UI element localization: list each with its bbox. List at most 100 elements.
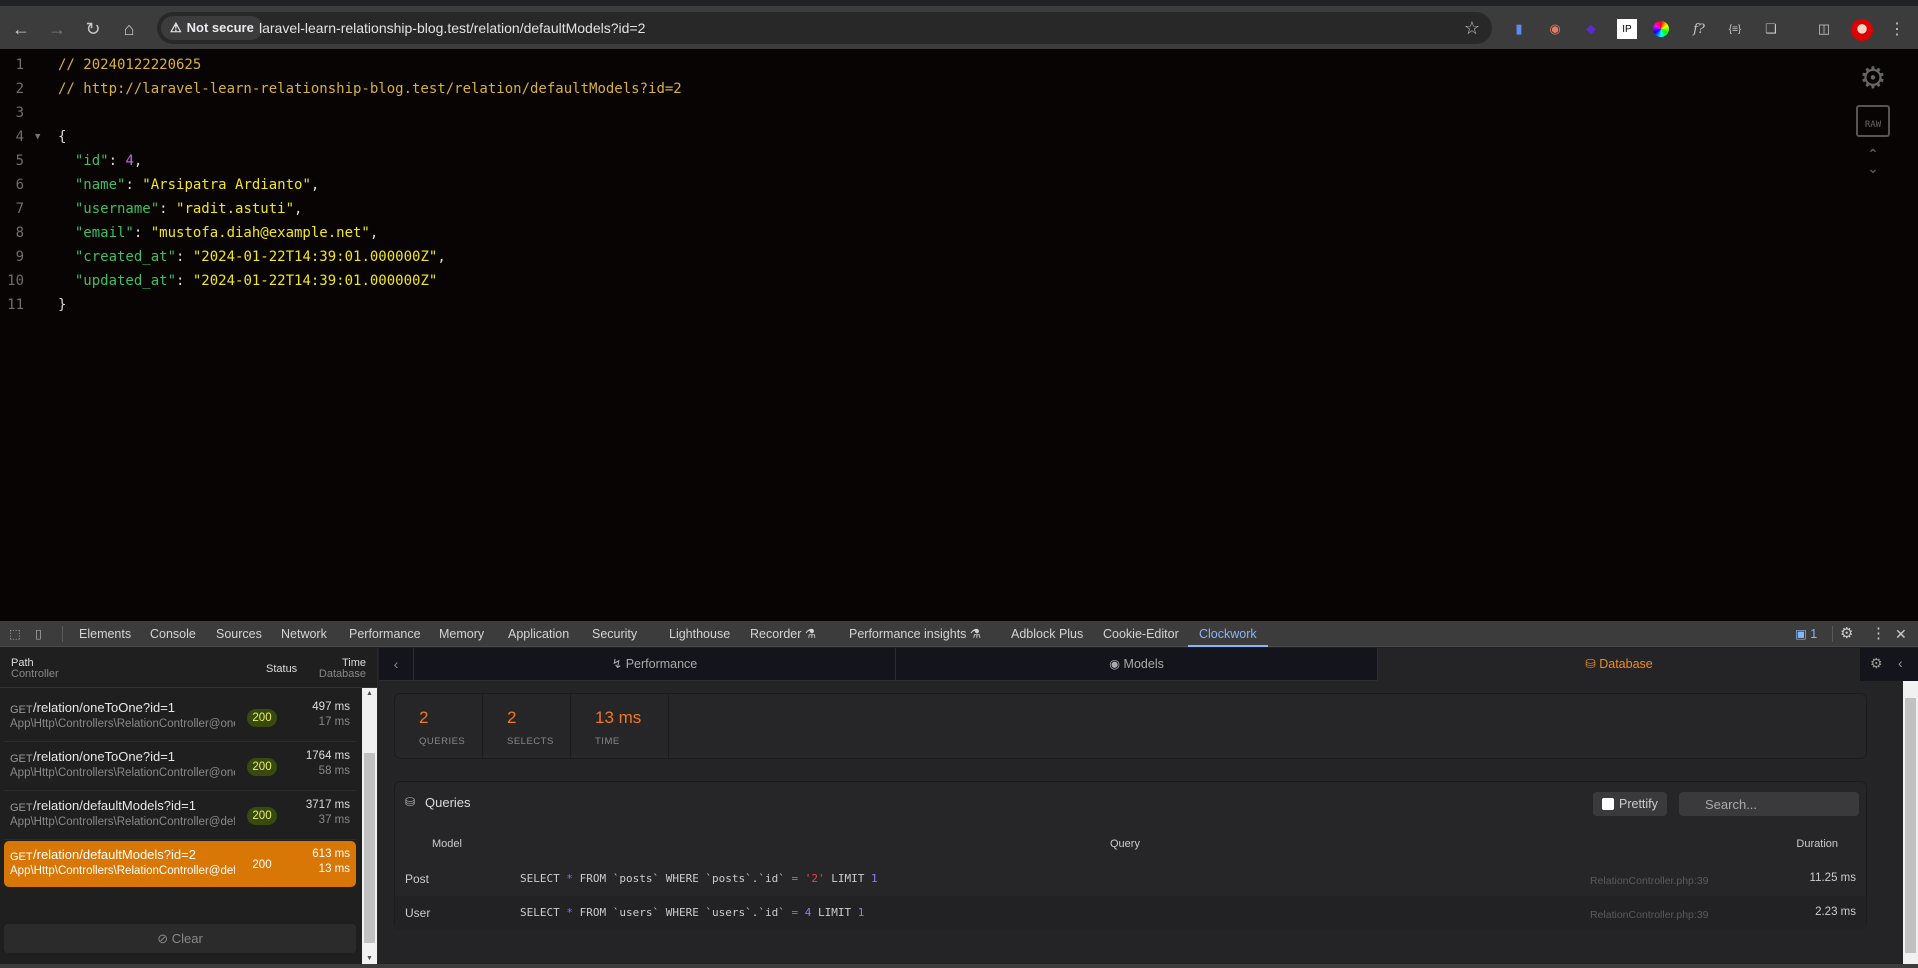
- devtools-tab-recorder[interactable]: Recorder ⚗: [750, 621, 816, 647]
- extension-7-icon[interactable]: {≡}: [1725, 19, 1745, 39]
- request-row[interactable]: GET/relation/oneToOne?id=1 App\Http\Contr…: [4, 694, 356, 742]
- sql-token: SELECT: [520, 872, 567, 885]
- extension-4-icon[interactable]: IP: [1617, 19, 1637, 39]
- tab-label: Elements: [79, 627, 132, 641]
- request-db-time: 13 ms: [318, 863, 350, 875]
- divider: [62, 626, 63, 642]
- scrollbar-thumb[interactable]: [364, 753, 375, 943]
- request-row[interactable]: GET/relation/defaultModels?id=2 App\Http\…: [4, 841, 356, 887]
- side-panel-icon[interactable]: ◫: [1814, 19, 1834, 39]
- tab-models[interactable]: ◉ Models: [896, 648, 1378, 681]
- request-controller: App\Http\Controllers\RelationController@…: [10, 865, 235, 877]
- tab-label: Recorder: [750, 627, 802, 641]
- extension-1-icon[interactable]: ▮: [1509, 19, 1529, 39]
- query-sql: SELECT * FROM `users` WHERE `users`.`id`…: [520, 906, 864, 919]
- extension-5-icon[interactable]: [1653, 21, 1669, 37]
- database-stats: 2 QUERIES 2 SELECTS 13 ms TIME: [394, 693, 1867, 759]
- reload-icon[interactable]: ↻: [80, 16, 106, 42]
- prettify-toggle[interactable]: Prettify: [1593, 792, 1667, 816]
- devtools-tab-memory[interactable]: Memory: [439, 621, 484, 647]
- collapse-sidebar-icon[interactable]: ‹: [379, 648, 414, 681]
- tab-label: Models: [1123, 657, 1164, 671]
- code-text: }: [58, 293, 66, 317]
- scroll-down-arrow-icon[interactable]: ▼: [362, 955, 377, 962]
- extension-3-icon[interactable]: ◆: [1581, 19, 1601, 39]
- experimental-flask-icon: ⚗: [966, 627, 982, 641]
- devtools-tab-clockwork[interactable]: Clockwork: [1188, 621, 1268, 647]
- code-text: {: [58, 125, 66, 149]
- devtools-menu-icon[interactable]: ⋮: [1871, 621, 1886, 647]
- devtools-tab-lighthouse[interactable]: Lighthouse: [669, 621, 730, 647]
- token-punc: :: [133, 225, 151, 241]
- tab-performance[interactable]: ↯ Performance: [414, 648, 896, 681]
- issues-counter[interactable]: ▣ 1: [1795, 621, 1817, 647]
- request-path: /relation/defaultModels?id=1: [33, 798, 196, 813]
- clockwork-settings-icon[interactable]: ⚙: [1870, 655, 1883, 672]
- tab-label: Sources: [216, 627, 262, 641]
- devtools-tab-elements[interactable]: Elements: [79, 621, 131, 647]
- devtools-tab-console[interactable]: Console: [150, 621, 196, 647]
- menu-kebab-icon[interactable]: ⋮: [1887, 19, 1907, 39]
- devtools-tab-performance-insights[interactable]: Performance insights ⚗: [849, 621, 981, 647]
- sql-token: '2': [804, 872, 825, 885]
- security-indicator[interactable]: ⚠ Not secure: [161, 16, 263, 40]
- line-number: 5: [15, 153, 24, 169]
- devtools-settings-icon[interactable]: ⚙: [1840, 621, 1853, 647]
- database-icon: ⛁: [405, 795, 416, 809]
- tab-label: Clockwork: [1199, 627, 1257, 641]
- close-devtools-icon[interactable]: ✕: [1895, 621, 1907, 647]
- tab-label: Performance: [349, 627, 421, 641]
- scrollbar-thumb[interactable]: [1905, 698, 1916, 953]
- main-pane-scrollbar[interactable]: [1903, 681, 1918, 964]
- device-toolbar-icon[interactable]: ▯: [35, 621, 42, 647]
- extension-6-icon[interactable]: f?: [1689, 19, 1709, 39]
- collapse-down-icon[interactable]: ⌄: [1856, 161, 1890, 175]
- devtools-tab-network[interactable]: Network: [281, 621, 327, 647]
- url-text[interactable]: laravel-learn-relationship-blog.test/rel…: [259, 12, 645, 44]
- clear-button[interactable]: ⊘ Clear: [4, 924, 356, 953]
- request-list-scrollbar[interactable]: ▲ ▼: [362, 688, 377, 964]
- raw-file-icon[interactable]: RAW: [1856, 105, 1890, 137]
- token-str: "mustofa.diah@example.net": [150, 225, 370, 241]
- forward-icon[interactable]: →: [44, 16, 70, 42]
- devtools-tab-cookie-editor[interactable]: Cookie-Editor: [1103, 621, 1179, 647]
- query-location[interactable]: RelationController.php:39: [1590, 909, 1709, 921]
- expand-up-icon[interactable]: ⌃: [1856, 147, 1890, 161]
- queries-title: Queries: [425, 795, 471, 810]
- column-duration: Duration: [1796, 838, 1838, 850]
- header-database: Database: [318, 668, 366, 680]
- devtools-tab-performance[interactable]: Performance: [349, 621, 421, 647]
- address-bar[interactable]: ⚠ Not secure laravel-learn-relationship-…: [157, 12, 1492, 44]
- home-icon[interactable]: ⌂: [116, 16, 142, 42]
- tab-database[interactable]: ⛁ Database: [1378, 648, 1860, 681]
- stat-label: SELECTS: [507, 736, 554, 747]
- request-row[interactable]: GET/relation/defaultModels?id=1 App\Http\…: [4, 792, 356, 840]
- request-row[interactable]: GET/relation/oneToOne?id=1 App\Http\Contr…: [4, 743, 356, 791]
- query-duration: 11.25 ms: [1809, 872, 1856, 884]
- code-text: "updated_at": "2024-01-22T14:39:01.00000…: [58, 269, 437, 293]
- devtools-tab-application[interactable]: Application: [508, 621, 569, 647]
- devtools-tab-sources[interactable]: Sources: [216, 621, 262, 647]
- request-time: 3717 ms: [305, 799, 350, 811]
- extension-2-icon[interactable]: ◉: [1545, 19, 1565, 39]
- tab-label: Lighthouse: [669, 627, 731, 641]
- clear-icon: ⊘: [157, 931, 169, 946]
- bookmark-star-icon[interactable]: ☆: [1464, 12, 1480, 44]
- fold-toggle-icon[interactable]: ▼: [35, 125, 40, 149]
- query-row[interactable]: Post SELECT * FROM `posts` WHERE `posts`.…: [395, 862, 1866, 896]
- request-db-time: 37 ms: [318, 814, 350, 826]
- prettify-checkbox[interactable]: [1602, 798, 1614, 810]
- inspect-element-icon[interactable]: ⬚: [9, 621, 21, 647]
- devtools-tab-adblock-plus[interactable]: Adblock Plus: [1011, 621, 1083, 647]
- devtools-tab-security[interactable]: Security: [592, 621, 637, 647]
- profile-avatar[interactable]: [1851, 19, 1873, 41]
- settings-gear-icon[interactable]: ⚙: [1856, 63, 1890, 95]
- token-punc: {: [58, 129, 67, 145]
- back-icon[interactable]: ←: [8, 16, 34, 42]
- query-row[interactable]: User SELECT * FROM `users` WHERE `users`.…: [395, 896, 1866, 930]
- expand-pane-icon[interactable]: ‹: [1898, 655, 1903, 671]
- extensions-puzzle-icon[interactable]: ❏: [1761, 19, 1781, 39]
- scroll-up-arrow-icon[interactable]: ▲: [362, 690, 377, 697]
- query-search-input[interactable]: [1679, 792, 1859, 816]
- query-location[interactable]: RelationController.php:39: [1590, 875, 1709, 887]
